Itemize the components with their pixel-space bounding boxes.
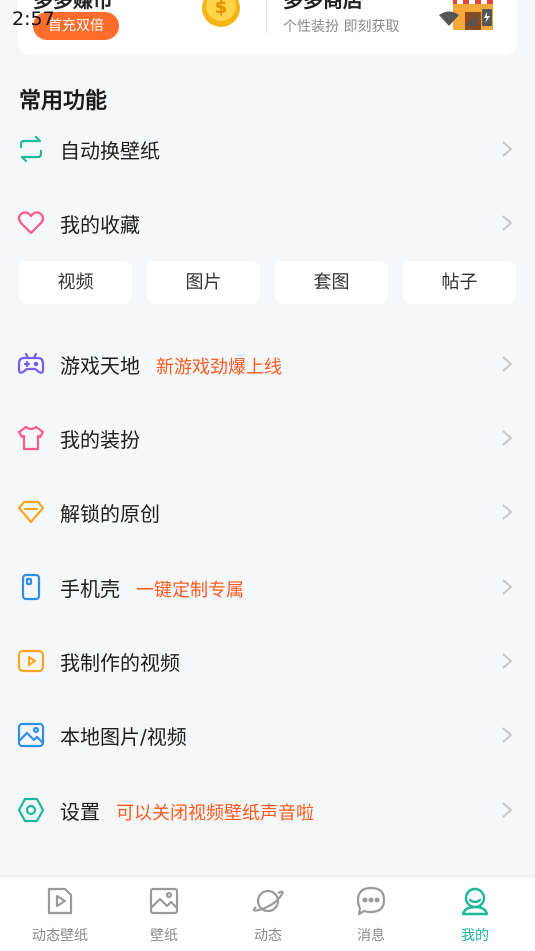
nav-wallpaper[interactable]: 壁纸 (112, 877, 216, 951)
diamond-icon (17, 500, 45, 524)
favorites-chips: 视频 图片 套图 帖子 (19, 261, 516, 304)
row-label: 手机壳 一键定制专属 (60, 576, 244, 601)
row-my-outfits[interactable]: 我的装扮 (0, 408, 535, 468)
row-label: 我的收藏 (60, 212, 140, 237)
row-auto-wallpaper[interactable]: 自动换壁纸 (0, 119, 535, 179)
nav-me[interactable]: 我的 (423, 877, 527, 951)
row-tag: 一键定制专属 (136, 579, 244, 601)
row-my-videos[interactable]: 我制作的视频 (0, 631, 535, 691)
nav-label: 壁纸 (150, 928, 178, 944)
nav-label: 动态 (254, 928, 282, 944)
status-time: 2:57 (12, 8, 55, 30)
planet-icon (252, 889, 284, 913)
chevron-right-icon (502, 141, 513, 157)
tshirt-icon (17, 425, 45, 451)
chevron-right-icon (502, 504, 513, 520)
nav-label: 动态壁纸 (32, 928, 88, 944)
chevron-right-icon (502, 215, 513, 231)
row-label: 设置 可以关闭视频壁纸声音啦 (60, 799, 314, 824)
row-label: 游戏天地 新游戏劲爆上线 (60, 353, 282, 378)
row-favorites[interactable]: 我的收藏 (0, 193, 535, 253)
picture-icon (17, 722, 45, 748)
chip-image[interactable]: 图片 (147, 261, 260, 304)
row-games[interactable]: 游戏天地 新游戏劲爆上线 (0, 334, 535, 394)
video-icon (17, 649, 45, 673)
row-phone-case[interactable]: 手机壳 一键定制专属 (0, 557, 535, 617)
gamepad-icon (17, 352, 45, 374)
message-icon (356, 886, 386, 916)
chevron-right-icon (502, 579, 513, 595)
chevron-right-icon (502, 430, 513, 446)
status-icons (439, 9, 492, 26)
gear-icon (17, 797, 45, 823)
svg-text:$: $ (215, 0, 228, 18)
chevron-right-icon (502, 802, 513, 818)
row-tag: 新游戏劲爆上线 (156, 356, 282, 378)
row-tag: 可以关闭视频壁纸声音啦 (116, 802, 314, 824)
row-label: 我的装扮 (60, 427, 140, 452)
row-unlocked-originals[interactable]: 解锁的原创 (0, 482, 535, 542)
chip-post[interactable]: 帖子 (403, 261, 516, 304)
chip-video[interactable]: 视频 (19, 261, 132, 304)
promo-right-title: 多多商店 (283, 0, 363, 12)
cycle-icon (19, 135, 43, 163)
row-label: 本地图片/视频 (60, 724, 187, 749)
nav-messages[interactable]: 消息 (319, 877, 423, 951)
coin-icon: $ (202, 0, 240, 27)
chip-set[interactable]: 套图 (275, 261, 388, 304)
chevron-right-icon (502, 653, 513, 669)
row-label: 我制作的视频 (60, 650, 180, 675)
promo-right-subtitle: 个性装扮 即刻获取 (283, 19, 400, 35)
play-icon (47, 887, 73, 915)
heart-icon (17, 211, 45, 235)
image-icon (149, 887, 179, 915)
row-local-media[interactable]: 本地图片/视频 (0, 705, 535, 765)
promo-divider (266, 0, 267, 34)
chevron-right-icon (502, 356, 513, 372)
chevron-right-icon (502, 727, 513, 743)
profile-icon (461, 887, 489, 916)
row-settings[interactable]: 设置 可以关闭视频壁纸声音啦 (0, 780, 535, 840)
phone-case-icon (21, 573, 41, 601)
nav-live-wallpaper[interactable]: 动态壁纸 (8, 877, 112, 951)
nav-label: 我的 (461, 928, 489, 944)
row-label: 自动换壁纸 (60, 138, 160, 163)
section-title: 常用功能 (19, 89, 108, 114)
bottom-nav: 动态壁纸 壁纸 动态 消息 我的 (0, 876, 535, 951)
nav-label: 消息 (357, 928, 385, 944)
nav-feed[interactable]: 动态 (216, 877, 320, 951)
row-label: 解锁的原创 (60, 501, 160, 526)
